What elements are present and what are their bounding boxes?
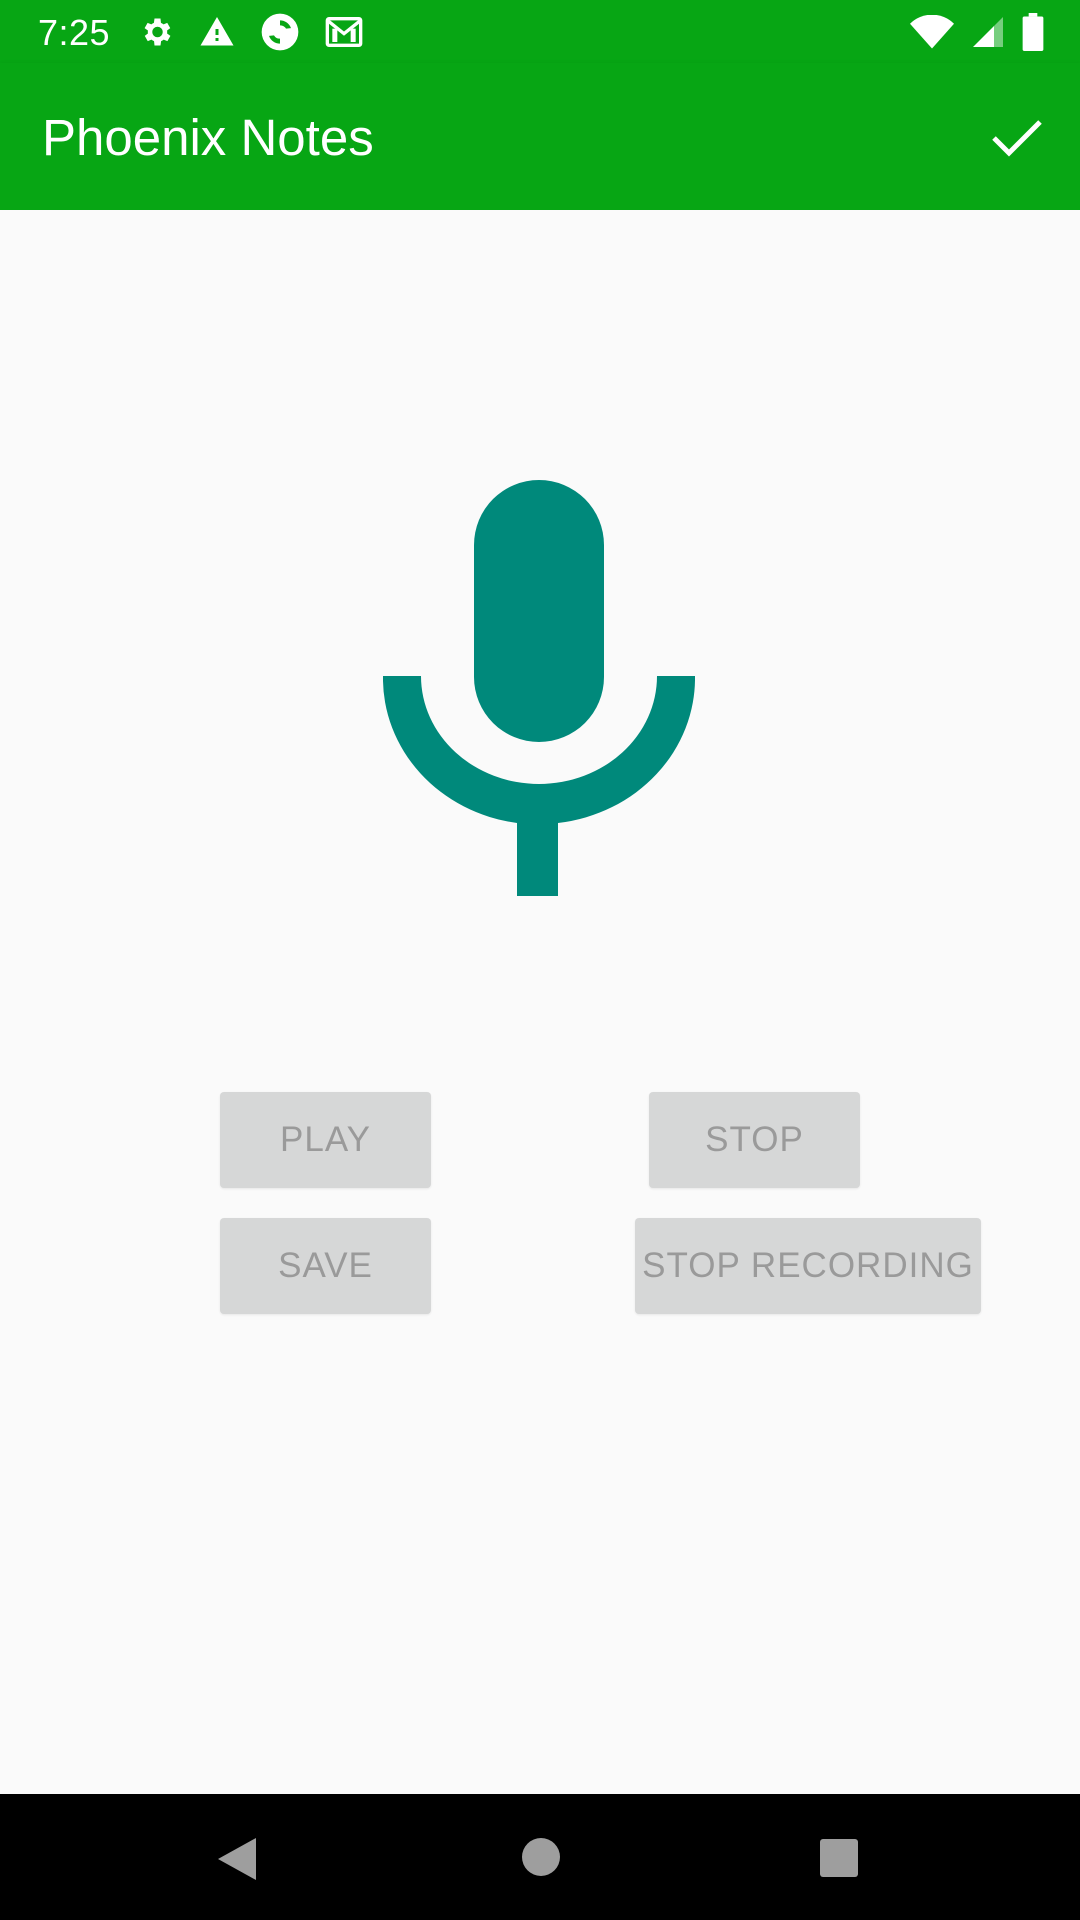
- status-left-icons: [138, 12, 364, 52]
- save-check-button[interactable]: [984, 105, 1050, 171]
- stop-button[interactable]: STOP: [649, 1092, 860, 1188]
- app-title: Phoenix Notes: [42, 109, 374, 166]
- stop-recording-button[interactable]: STOP RECORDING: [635, 1218, 981, 1314]
- check-icon: [992, 120, 1042, 157]
- warning-icon: [200, 17, 234, 46]
- back-icon[interactable]: [216, 1836, 258, 1882]
- gmail-icon: [325, 17, 363, 47]
- battery-icon: [1022, 13, 1044, 51]
- microphone-icon[interactable]: [383, 480, 695, 906]
- recorder-content: PLAY STOP SAVE STOP RECORDING: [0, 210, 1080, 1794]
- wifi-icon: [910, 15, 954, 49]
- navigation-bar: [0, 1794, 1080, 1920]
- play-button[interactable]: PLAY: [220, 1092, 431, 1188]
- sync-app-icon: [261, 13, 299, 51]
- recents-icon[interactable]: [819, 1838, 859, 1878]
- app-bar: Phoenix Notes: [0, 63, 1080, 210]
- home-icon[interactable]: [521, 1837, 561, 1877]
- signal-icon: [973, 17, 1003, 47]
- status-right-icons: [910, 12, 1044, 52]
- status-time: 7:25: [38, 12, 111, 53]
- gear-icon: [144, 18, 171, 46]
- status-bar: 7:25: [0, 0, 1080, 63]
- save-button[interactable]: SAVE: [220, 1218, 431, 1314]
